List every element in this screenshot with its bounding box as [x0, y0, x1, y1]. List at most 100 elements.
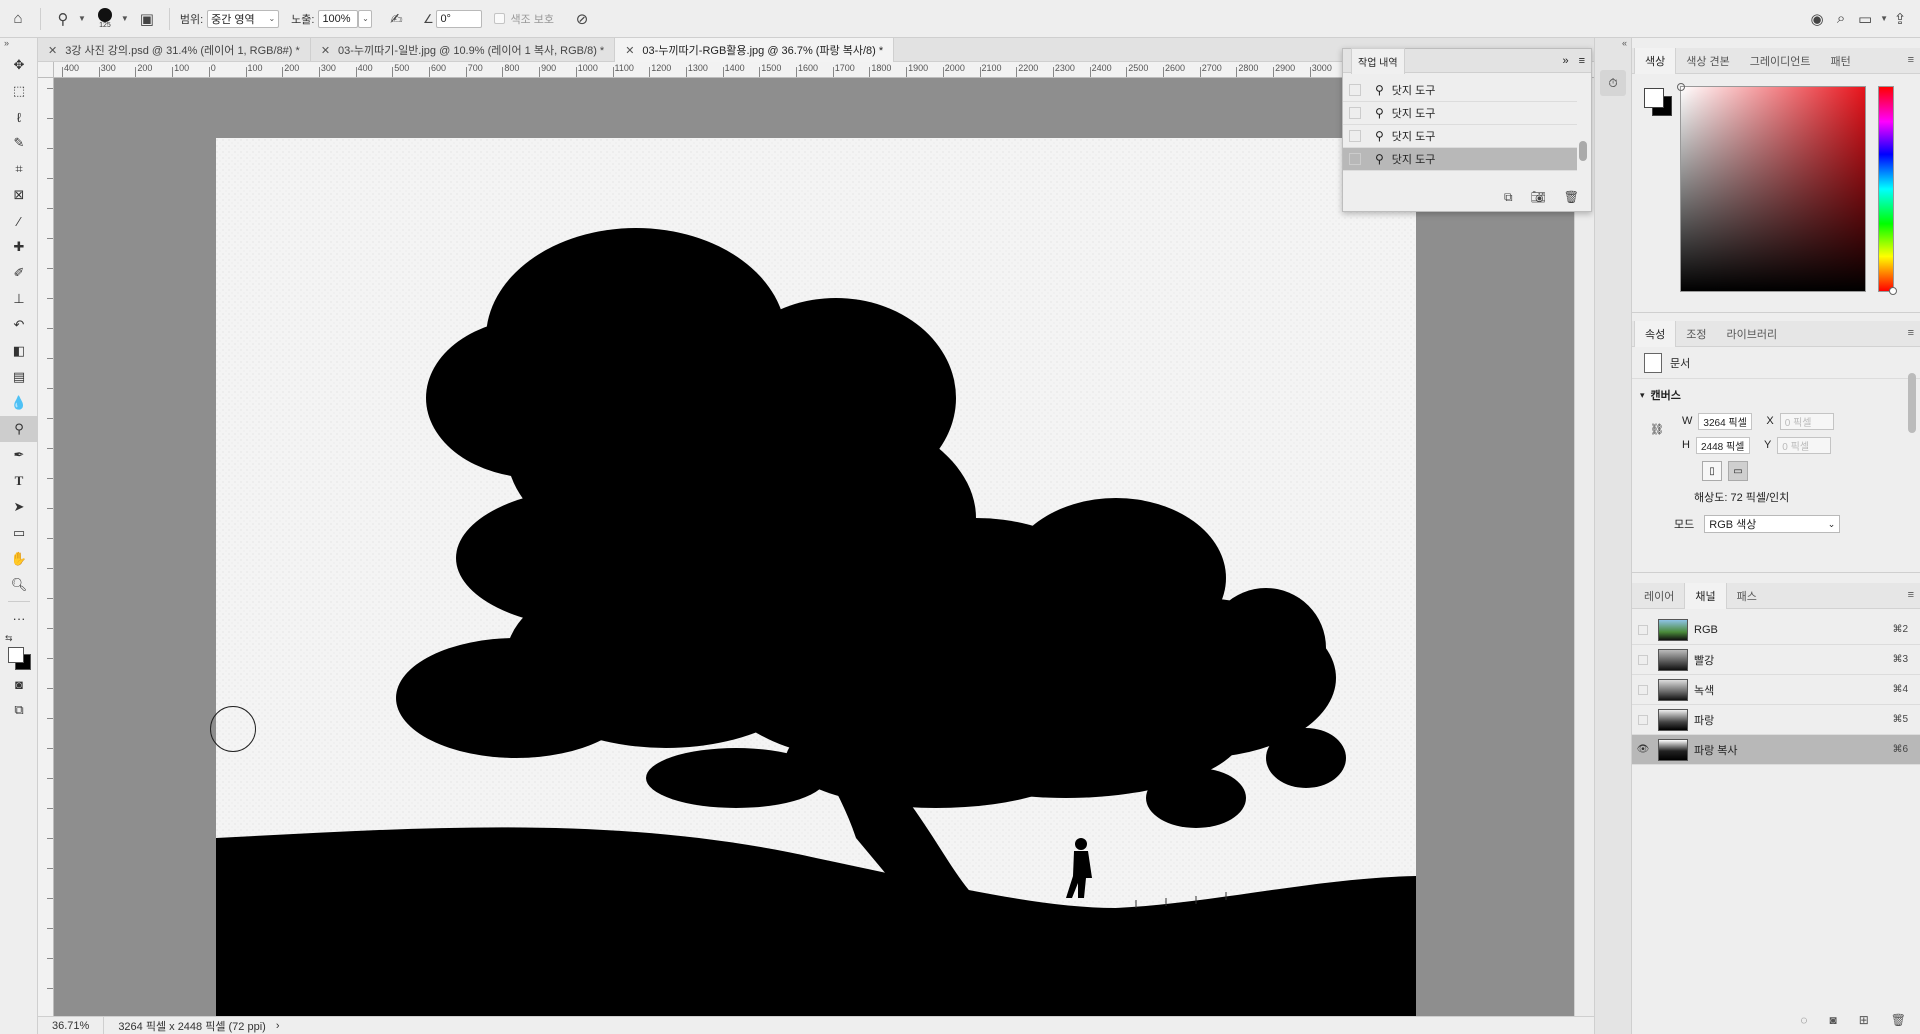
- tab-channels[interactable]: 채널: [1684, 582, 1727, 609]
- color-swatches[interactable]: ⇆: [0, 631, 38, 671]
- tab-color[interactable]: 색상: [1634, 47, 1677, 74]
- expand-icon[interactable]: »: [1562, 55, 1568, 67]
- exposure-input[interactable]: 100%: [318, 9, 359, 28]
- pasteboard[interactable]: [54, 78, 1574, 1016]
- type-tool[interactable]: T: [0, 468, 38, 494]
- camera-icon[interactable]: 📷︎: [1531, 190, 1546, 204]
- tab-swatches[interactable]: 색상 견본: [1676, 48, 1740, 74]
- lasso-tool[interactable]: ℓ: [0, 104, 38, 130]
- x-field[interactable]: 0 픽셀: [1779, 412, 1834, 430]
- angle-input[interactable]: 0°: [436, 9, 483, 28]
- visibility-toggle[interactable]: [1632, 654, 1654, 665]
- ruler-vertical[interactable]: [38, 78, 54, 1016]
- link-icon[interactable]: ⛓: [1650, 423, 1664, 436]
- tab-adjustments[interactable]: 조정: [1676, 321, 1716, 347]
- brush-settings-button[interactable]: ▣: [129, 0, 165, 38]
- channel-row[interactable]: RGB ⌘2: [1632, 615, 1920, 645]
- doc-tab[interactable]: ✕ 3강 사진 강의.psd @ 31.4% (레이어 1, RGB/8#) *: [38, 38, 311, 62]
- properties-scrollbar[interactable]: [1908, 373, 1916, 493]
- gradient-tool[interactable]: ▤: [0, 364, 38, 390]
- user-icon[interactable]: ◉: [1805, 7, 1829, 31]
- home-button[interactable]: ⌂: [0, 0, 36, 38]
- blur-tool[interactable]: 💧: [0, 390, 38, 416]
- doc-info[interactable]: 3264 픽셀 x 2448 픽셀 (72 ppi) ›: [104, 1018, 293, 1034]
- new-document-icon[interactable]: ⧉: [1504, 190, 1513, 205]
- history-item[interactable]: ⚲ 닷지 도구: [1343, 125, 1577, 148]
- zoom-level[interactable]: 36.71%: [38, 1016, 105, 1034]
- pressure-size-button[interactable]: ⊘: [564, 0, 600, 38]
- pen-tool[interactable]: ✒: [0, 442, 38, 468]
- fg-bg-swatches[interactable]: [1644, 88, 1680, 124]
- search-icon[interactable]: ⌕: [1829, 7, 1853, 31]
- landscape-icon[interactable]: ▭: [1728, 461, 1748, 481]
- move-tool[interactable]: ✥: [0, 52, 38, 78]
- canvas-section-header[interactable]: ▾ 캔버스: [1632, 379, 1920, 403]
- dodge-tool[interactable]: ⚲: [0, 416, 38, 442]
- close-icon[interactable]: ✕: [321, 44, 330, 57]
- screen-mode-button[interactable]: ⧉: [0, 697, 38, 723]
- channel-row[interactable]: 빨강 ⌘3: [1632, 645, 1920, 675]
- shape-tool[interactable]: ▭: [0, 520, 38, 546]
- zoom-tool[interactable]: 🔍︎: [0, 572, 38, 598]
- stamp-tool[interactable]: ⊥: [0, 286, 38, 312]
- panel-menu-icon[interactable]: ≡: [1908, 327, 1914, 339]
- tab-patterns[interactable]: 패턴: [1821, 48, 1861, 74]
- tab-gradients[interactable]: 그레이디언트: [1740, 48, 1821, 74]
- picker-marker[interactable]: [1677, 83, 1685, 91]
- height-field[interactable]: 2448 픽셀: [1695, 436, 1750, 454]
- hue-marker[interactable]: [1889, 287, 1897, 295]
- brush-picker[interactable]: 125: [92, 0, 118, 38]
- frame-tool[interactable]: ⊠: [0, 182, 38, 208]
- edit-toolbar-button[interactable]: ···: [0, 605, 38, 631]
- share-icon[interactable]: ⇪: [1888, 7, 1912, 31]
- color-picker-field[interactable]: [1677, 83, 1866, 292]
- visibility-toggle[interactable]: [1632, 684, 1654, 695]
- collapse-icon[interactable]: «: [1595, 38, 1631, 48]
- marquee-tool[interactable]: ⬚: [0, 78, 38, 104]
- image-canvas[interactable]: [216, 138, 1416, 1016]
- checkbox[interactable]: [1349, 84, 1361, 96]
- trash-icon[interactable]: 🗑︎: [1564, 190, 1579, 204]
- new-channel-icon[interactable]: ⊞: [1859, 1013, 1869, 1027]
- save-selection-icon[interactable]: ◙: [1829, 1013, 1836, 1027]
- portrait-icon[interactable]: ▯: [1702, 461, 1722, 481]
- mode-select[interactable]: RGB 색상 ⌄: [1704, 515, 1841, 533]
- collapse-icon[interactable]: »: [0, 38, 37, 52]
- visibility-toggle[interactable]: [1632, 624, 1654, 635]
- history-item-selected[interactable]: ⚲ 닷지 도구: [1343, 148, 1577, 171]
- foreground-color-swatch[interactable]: [1644, 88, 1664, 108]
- eraser-tool[interactable]: ◧: [0, 338, 38, 364]
- foreground-color-swatch[interactable]: [8, 647, 24, 663]
- checkbox[interactable]: [1349, 107, 1361, 119]
- width-field[interactable]: 3264 픽셀: [1698, 412, 1753, 430]
- channel-row[interactable]: 파랑 ⌘5: [1632, 705, 1920, 735]
- tab-paths[interactable]: 패스: [1727, 583, 1767, 609]
- hue-slider[interactable]: [1878, 86, 1897, 295]
- quick-select-tool[interactable]: ✎: [0, 130, 38, 156]
- scroll-thumb[interactable]: [1908, 373, 1916, 433]
- panel-menu-icon[interactable]: ≡: [1908, 589, 1914, 601]
- checkbox[interactable]: [494, 13, 506, 24]
- tool-preset-picker[interactable]: ⚲ ▼: [45, 0, 92, 38]
- history-item[interactable]: ⚲ 닷지 도구: [1343, 102, 1577, 125]
- tab-layers[interactable]: 레이어: [1634, 583, 1684, 609]
- history-scrollbar[interactable]: [1579, 79, 1587, 179]
- checkbox[interactable]: [1349, 153, 1361, 165]
- channel-row[interactable]: 녹색 ⌘4: [1632, 675, 1920, 705]
- healing-tool[interactable]: ✚: [0, 234, 38, 260]
- brush-tool[interactable]: ✐: [0, 260, 38, 286]
- panel-menu-icon[interactable]: ≡: [1579, 55, 1585, 67]
- history-tab[interactable]: 작업 내역: [1351, 47, 1405, 74]
- load-selection-icon[interactable]: ◌: [1800, 1013, 1807, 1027]
- y-field[interactable]: 0 픽셀: [1777, 436, 1832, 454]
- crop-tool[interactable]: ⌗: [0, 156, 38, 182]
- trash-icon[interactable]: 🗑︎: [1891, 1013, 1906, 1027]
- scrollbar-vertical[interactable]: [1574, 78, 1594, 1016]
- chevron-down-icon[interactable]: ▼: [1880, 14, 1888, 23]
- history-item[interactable]: ⚲ 닷지 도구: [1343, 79, 1577, 102]
- eyedropper-tool[interactable]: ⁄: [0, 208, 38, 234]
- path-select-tool[interactable]: ➤: [0, 494, 38, 520]
- channel-row-selected[interactable]: 👁︎ 파랑 복사 ⌘6: [1632, 735, 1920, 765]
- hand-tool[interactable]: ✋: [0, 546, 38, 572]
- close-icon[interactable]: ✕: [48, 44, 57, 57]
